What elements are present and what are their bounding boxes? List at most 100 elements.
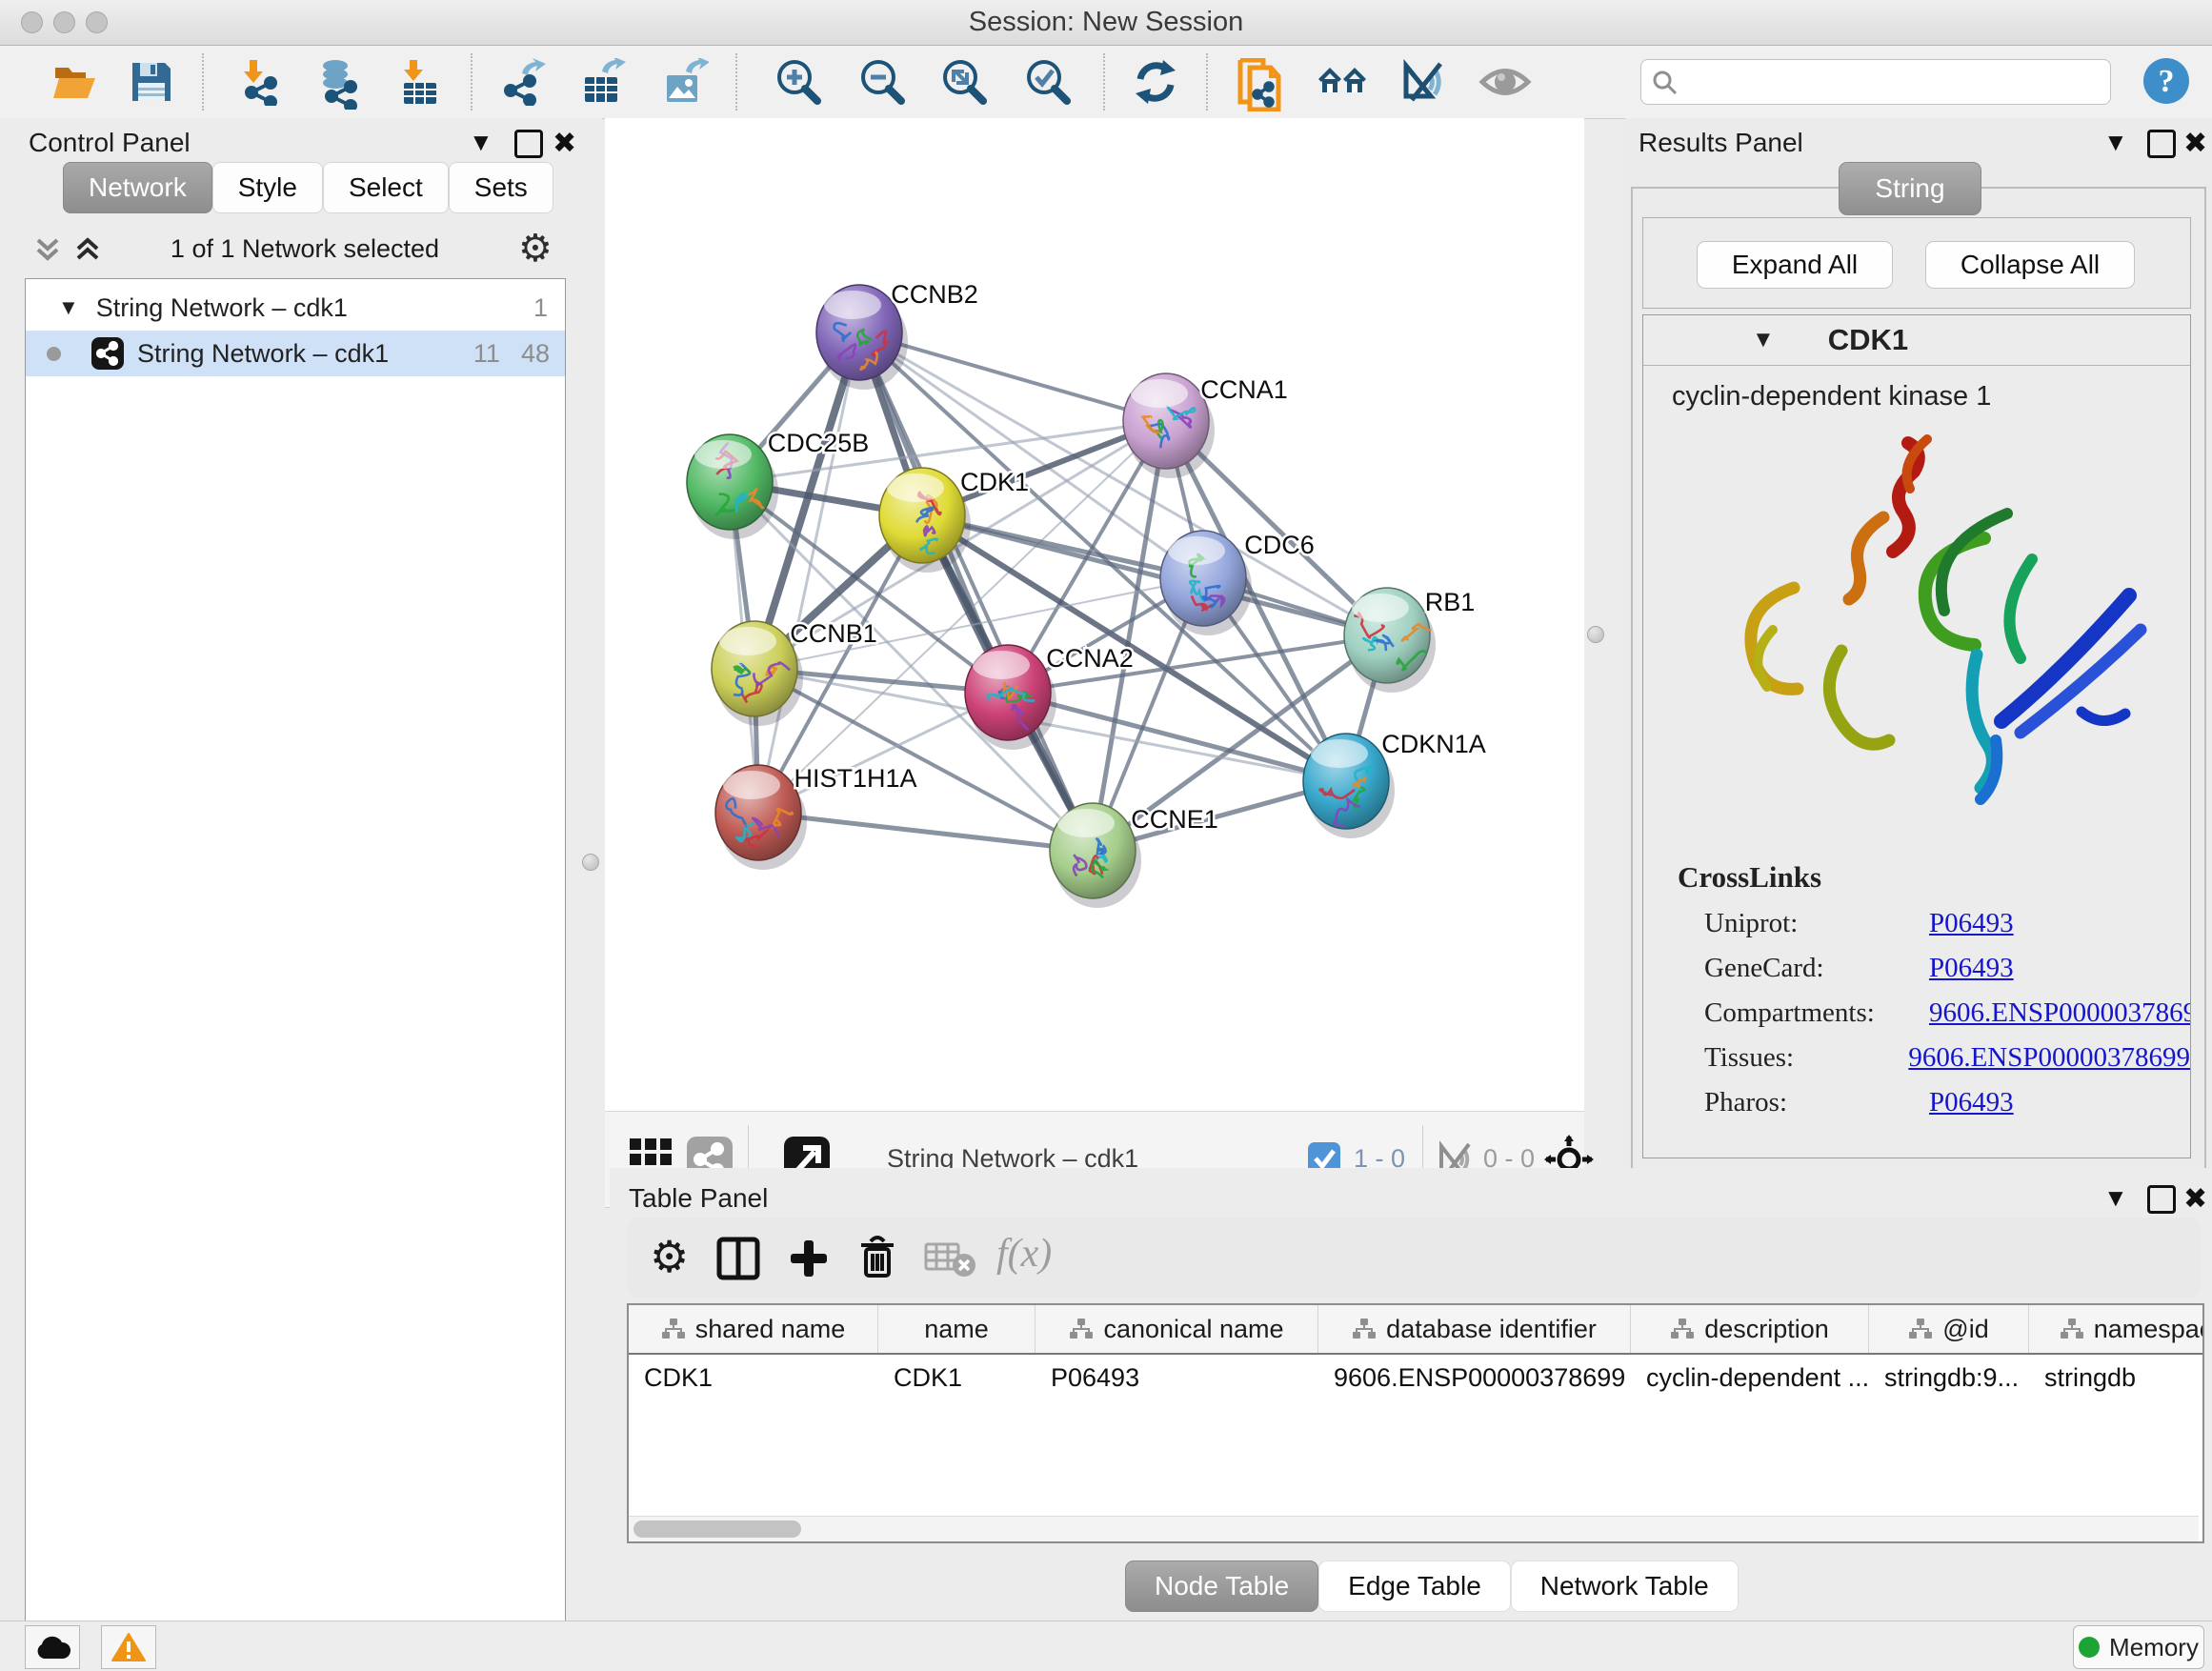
minimize-window-button[interactable] bbox=[53, 11, 75, 33]
expand-all-button[interactable]: Expand All bbox=[1697, 241, 1893, 289]
open-session-icon[interactable] bbox=[51, 58, 99, 106]
save-session-icon[interactable] bbox=[128, 58, 175, 106]
zoom-selected-icon[interactable] bbox=[1023, 58, 1071, 106]
tab-string[interactable]: String bbox=[1839, 162, 1981, 215]
refresh-icon[interactable] bbox=[1132, 58, 1179, 106]
edge-CCNB2-HIST1H1A[interactable] bbox=[758, 332, 859, 813]
gene-section-header[interactable]: ▼ CDK1 bbox=[1643, 315, 2190, 366]
table-cell[interactable]: CDK1 bbox=[629, 1355, 878, 1400]
table-cell[interactable]: stringdb bbox=[2029, 1355, 2204, 1400]
tab-node-table[interactable]: Node Table bbox=[1125, 1560, 1318, 1612]
collapse-all-button[interactable]: Collapse All bbox=[1925, 241, 2135, 289]
crosslink-value-link[interactable]: 9606.ENSP00000378699 bbox=[1908, 1042, 2190, 1074]
table-cell[interactable]: cyclin-dependent ... bbox=[1631, 1355, 1869, 1400]
import-table-icon[interactable] bbox=[396, 58, 444, 106]
crosslink-value-link[interactable]: P06493 bbox=[1929, 1087, 2014, 1118]
gene-collapse-icon[interactable]: ▼ bbox=[1752, 327, 1775, 353]
column-header-database-identifier[interactable]: database identifier bbox=[1318, 1305, 1631, 1353]
left-splitter-handle[interactable] bbox=[582, 854, 599, 871]
search-input[interactable] bbox=[1687, 67, 2110, 98]
edge-CDK1-RB1[interactable] bbox=[922, 515, 1387, 635]
export-network-icon[interactable] bbox=[501, 58, 549, 106]
table-options-gear-icon[interactable]: ⚙ bbox=[650, 1231, 689, 1282]
network-collection-row[interactable]: ▼ String Network – cdk1 1 bbox=[26, 285, 565, 331]
control-panel-close-icon[interactable]: ✖ bbox=[553, 127, 576, 160]
import-network-from-database-icon[interactable] bbox=[312, 58, 360, 106]
crosslink-value-link[interactable]: P06493 bbox=[1929, 908, 2014, 939]
import-network-icon[interactable] bbox=[236, 58, 284, 106]
node-label-CCNB1: CCNB1 bbox=[790, 619, 877, 648]
show-columns-icon[interactable] bbox=[716, 1237, 760, 1280]
column-header-canonical-name[interactable]: canonical name bbox=[1036, 1305, 1318, 1353]
column-label: name bbox=[924, 1315, 989, 1344]
zoom-fit-icon[interactable] bbox=[939, 58, 987, 106]
tab-network[interactable]: Network bbox=[63, 162, 212, 213]
scrollbar-thumb[interactable] bbox=[633, 1520, 801, 1538]
table-horizontal-scrollbar[interactable] bbox=[629, 1516, 2199, 1541]
zoom-in-icon[interactable] bbox=[774, 58, 821, 106]
delete-column-trash-icon[interactable] bbox=[855, 1235, 899, 1280]
apply-function-icon[interactable]: f(x) bbox=[996, 1231, 1052, 1277]
export-image-icon[interactable] bbox=[661, 58, 709, 106]
crosslink-label: Tissues: bbox=[1704, 1042, 1851, 1074]
column-header-namespace[interactable]: namespace bbox=[2029, 1305, 2204, 1353]
control-panel-float-icon[interactable]: ▼ bbox=[469, 128, 493, 157]
close-window-button[interactable] bbox=[21, 11, 43, 33]
column-header-name[interactable]: name bbox=[878, 1305, 1036, 1353]
table-panel-maximize-icon[interactable] bbox=[2147, 1185, 2176, 1218]
network-column-icon bbox=[661, 1318, 686, 1340]
edge-HIST1H1A-CCNE1[interactable] bbox=[758, 813, 1093, 851]
table-cell[interactable]: stringdb:9... bbox=[1869, 1355, 2029, 1400]
maximize-window-button[interactable] bbox=[86, 11, 108, 33]
control-panel-maximize-icon[interactable] bbox=[514, 130, 543, 163]
right-splitter-handle[interactable] bbox=[1587, 626, 1604, 643]
help-icon[interactable]: ? bbox=[2142, 56, 2191, 106]
results-panel-close-icon[interactable]: ✖ bbox=[2183, 127, 2207, 160]
export-table-icon[interactable] bbox=[579, 58, 627, 106]
delete-table-icon[interactable] bbox=[924, 1240, 977, 1278]
warnings-button[interactable] bbox=[101, 1625, 156, 1669]
column-header-description[interactable]: description bbox=[1631, 1305, 1869, 1353]
network-graph[interactable]: CCNB2CCNA1CDC25BCDK1CDC6RB1CCNB1CCNA2CDK… bbox=[605, 124, 1584, 1111]
network-options-gear-icon[interactable]: ⚙ bbox=[518, 227, 553, 271]
show-panel-icon[interactable] bbox=[1478, 58, 1526, 106]
zoom-out-icon[interactable] bbox=[857, 58, 905, 106]
network-row-selected[interactable]: String Network – cdk1 11 48 bbox=[26, 331, 565, 376]
memory-button[interactable]: Memory bbox=[2073, 1625, 2204, 1669]
node-CCNE1[interactable] bbox=[1050, 803, 1141, 908]
table-panel-float-icon[interactable]: ▼ bbox=[2103, 1183, 2128, 1213]
column-header-@id[interactable]: @id bbox=[1869, 1305, 2029, 1353]
hide-panel-icon[interactable] bbox=[1398, 58, 1446, 106]
table-cell[interactable]: 9606.ENSP00000378699 bbox=[1318, 1355, 1631, 1400]
crosslink-value-link[interactable]: P06493 bbox=[1929, 953, 2014, 984]
crosslink-value-link[interactable]: 9606.ENSP00000378699 bbox=[1929, 997, 2191, 1029]
table-cell[interactable]: P06493 bbox=[1036, 1355, 1318, 1400]
results-panel-maximize-icon[interactable] bbox=[2147, 130, 2176, 163]
node-CDC25B[interactable] bbox=[687, 434, 778, 539]
status-bar: Memory bbox=[0, 1621, 2212, 1671]
tab-style[interactable]: Style bbox=[212, 162, 323, 213]
column-label: description bbox=[1704, 1315, 1829, 1344]
search-box[interactable] bbox=[1640, 59, 2111, 105]
table-panel-close-icon[interactable]: ✖ bbox=[2183, 1182, 2207, 1216]
application-window: Session: New Session bbox=[0, 0, 2212, 1671]
table-cell[interactable]: CDK1 bbox=[878, 1355, 1036, 1400]
cloud-icon bbox=[34, 1634, 70, 1661]
share-file-icon[interactable] bbox=[1235, 58, 1282, 106]
tab-network-table[interactable]: Network Table bbox=[1511, 1560, 1739, 1612]
node-CDC6[interactable] bbox=[1160, 531, 1252, 635]
node-RB1[interactable] bbox=[1344, 588, 1436, 693]
column-header-shared-name[interactable]: shared name bbox=[629, 1305, 878, 1353]
tab-edge-table[interactable]: Edge Table bbox=[1318, 1560, 1511, 1612]
collapse-all-networks-icon[interactable] bbox=[32, 232, 63, 265]
table-row[interactable]: CDK1CDK1P064939606.ENSP00000378699cyclin… bbox=[629, 1355, 2202, 1400]
cloud-button[interactable] bbox=[25, 1625, 80, 1669]
string-home-icon[interactable] bbox=[1317, 58, 1364, 106]
node-CDK1[interactable] bbox=[879, 468, 971, 573]
expand-all-networks-icon[interactable] bbox=[72, 232, 103, 265]
add-column-icon[interactable] bbox=[787, 1237, 831, 1280]
tab-select[interactable]: Select bbox=[323, 162, 449, 213]
collection-expand-icon[interactable]: ▼ bbox=[58, 295, 79, 320]
tab-sets[interactable]: Sets bbox=[449, 162, 553, 213]
results-panel-float-icon[interactable]: ▼ bbox=[2103, 128, 2128, 157]
